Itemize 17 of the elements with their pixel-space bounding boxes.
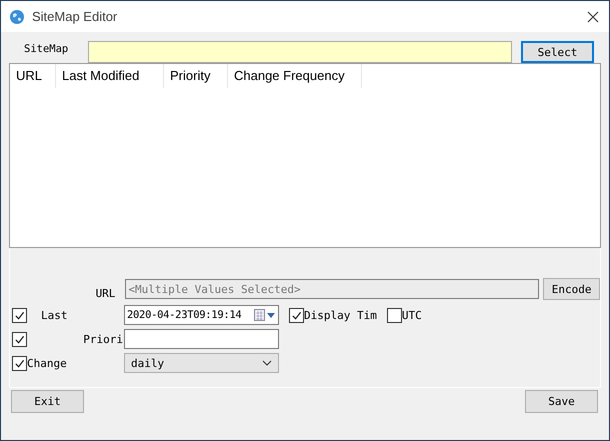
utc-label: UTC <box>402 308 422 322</box>
dialog-button[interactable]: Exit <box>11 390 84 413</box>
sitemap-label: SiteMap <box>23 43 70 57</box>
column-header[interactable]: Change Frequency <box>228 64 362 88</box>
column-header[interactable]: Last Modified <box>56 64 164 88</box>
change-frequency-label: Change <box>27 356 68 370</box>
url-label: URL <box>94 286 116 300</box>
column-header[interactable]: URL <box>10 64 56 88</box>
priority-label: Priori <box>82 332 124 346</box>
dialog-button[interactable]: Save <box>525 390 598 413</box>
window-title: SiteMap Editor <box>32 9 118 24</box>
display-time-label: Display Tim <box>304 308 377 322</box>
change-frequency-dropdown[interactable]: daily <box>124 353 279 373</box>
last-modified-label: Last <box>40 308 68 322</box>
date-time-field[interactable]: 2020-04-23T09:19:14 <box>124 305 279 325</box>
select-button[interactable]: Select <box>521 41 594 63</box>
column-header[interactable]: Priority <box>164 64 228 88</box>
